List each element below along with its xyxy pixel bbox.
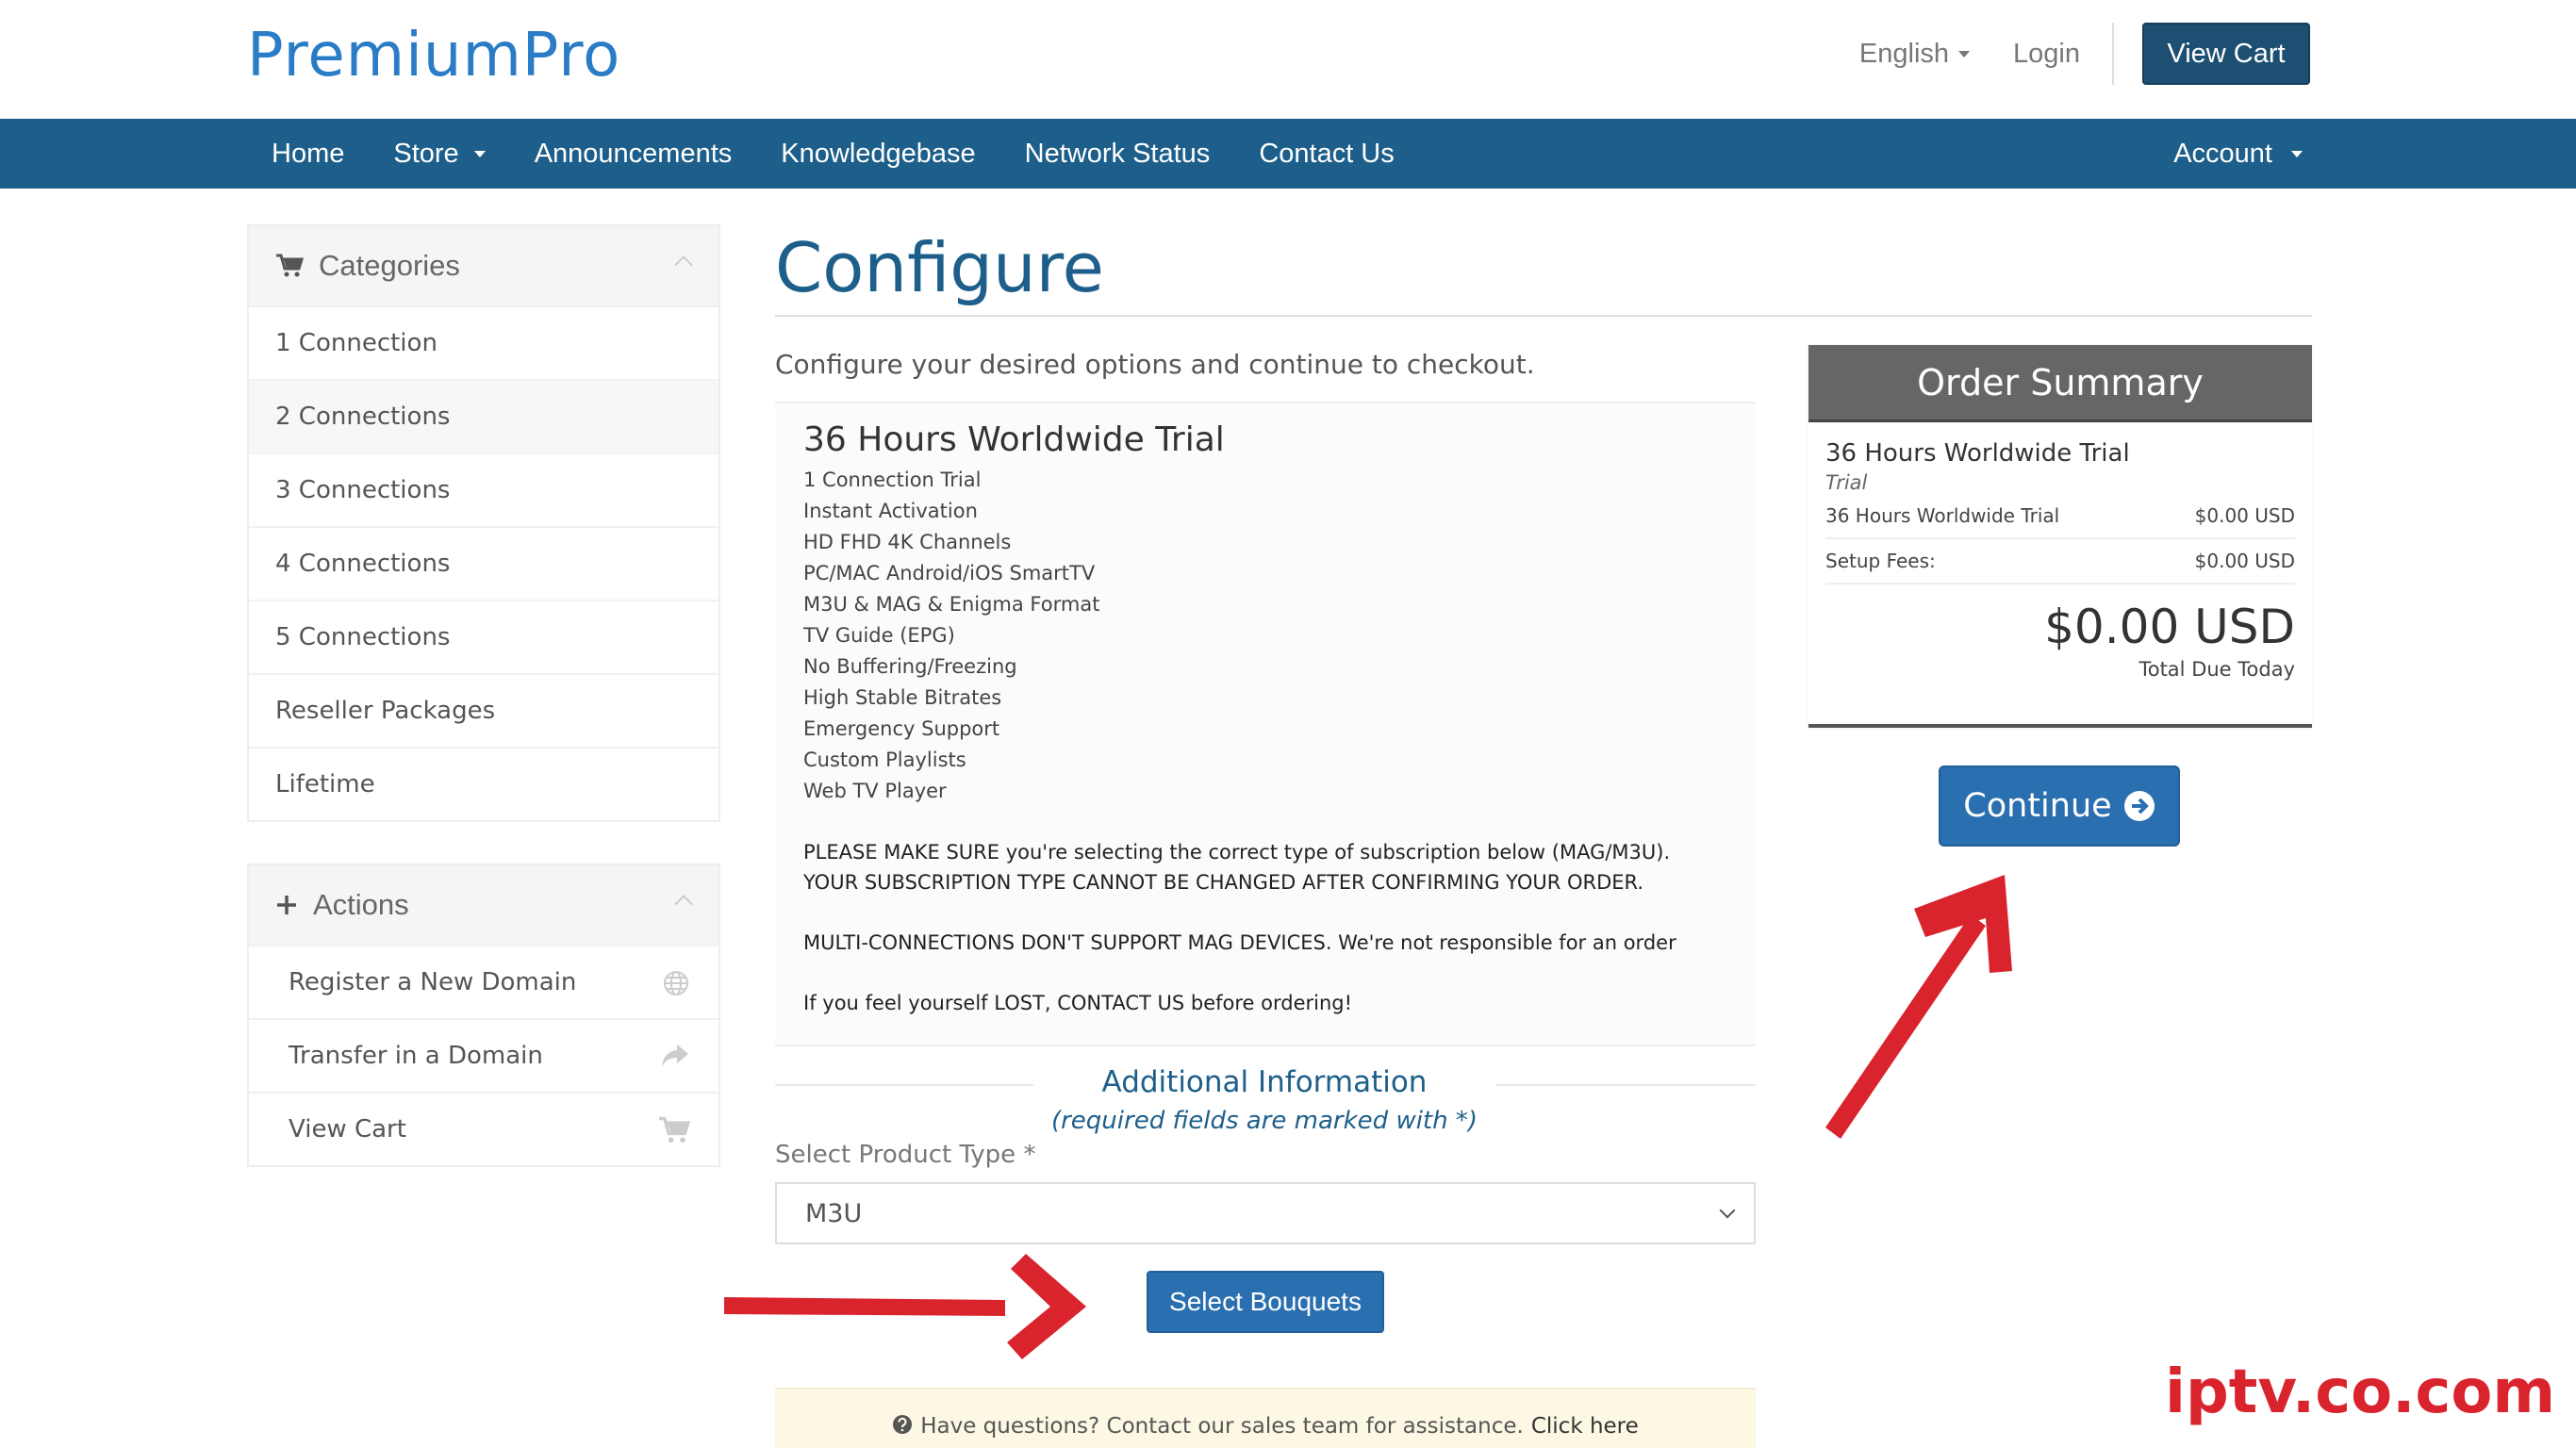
summary-total-label: Total Due Today xyxy=(2138,658,2295,681)
help-link[interactable]: Click here xyxy=(1531,1414,1639,1439)
category-reseller-packages[interactable]: Reseller Packages xyxy=(249,673,718,747)
category-lifetime[interactable]: Lifetime xyxy=(249,747,718,820)
plus-icon xyxy=(275,894,298,916)
help-text: Have questions? Contact our sales team f… xyxy=(920,1414,1524,1439)
page-title: Configure xyxy=(775,228,1104,307)
nav-network-status[interactable]: Network Status xyxy=(1000,119,1235,189)
feature-item: Emergency Support xyxy=(803,717,1000,740)
main-nav: Home Store Announcements Knowledgebase N… xyxy=(0,119,2576,189)
summary-setup-label: Setup Fees: xyxy=(1825,550,1936,572)
globe-icon xyxy=(662,969,690,1004)
action-register-domain[interactable]: Register a New Domain xyxy=(249,945,718,1018)
feature-item: High Stable Bitrates xyxy=(803,686,1002,709)
share-arrow-icon xyxy=(660,1043,690,1076)
actions-title: Actions xyxy=(313,888,409,921)
select-bouquets-button[interactable]: Select Bouquets xyxy=(1147,1271,1384,1333)
category-3-connections[interactable]: 3 Connections xyxy=(249,452,718,526)
question-circle-icon xyxy=(892,1414,913,1435)
help-bar: Have questions? Contact our sales team f… xyxy=(775,1388,1756,1448)
action-view-cart[interactable]: View Cart xyxy=(249,1092,718,1165)
product-type-label: Select Product Type * xyxy=(775,1141,1036,1169)
product-name: 36 Hours Worldwide Trial xyxy=(803,420,1225,459)
nav-home[interactable]: Home xyxy=(247,119,369,189)
summary-line-value: $0.00 USD xyxy=(2194,504,2295,527)
chevron-up-icon[interactable] xyxy=(674,895,693,913)
summary-line-item: 36 Hours Worldwide Trial $0.00 USD xyxy=(1825,494,2295,539)
continue-button[interactable]: Continue xyxy=(1939,765,2180,847)
divider xyxy=(775,1084,1033,1086)
summary-product-name: 36 Hours Worldwide Trial xyxy=(1825,439,2130,468)
product-type-select[interactable]: M3U xyxy=(775,1182,1756,1244)
feature-item: Custom Playlists xyxy=(803,749,966,771)
summary-setup-value: $0.00 USD xyxy=(2194,550,2295,572)
action-transfer-domain[interactable]: Transfer in a Domain xyxy=(249,1018,718,1092)
nav-contact-us[interactable]: Contact Us xyxy=(1234,119,1418,189)
arrow-circle-right-icon xyxy=(2123,790,2155,822)
caret-down-icon xyxy=(1958,50,1971,58)
feature-item: 1 Connection Trial xyxy=(803,469,982,491)
continue-label: Continue xyxy=(1963,787,2112,825)
summary-product-group: Trial xyxy=(1825,471,1868,494)
feature-item: TV Guide (EPG) xyxy=(803,624,955,647)
feature-item: Instant Activation xyxy=(803,500,978,522)
header-actions: English Login View Cart xyxy=(1859,23,2310,85)
categories-header[interactable]: Categories xyxy=(249,226,718,305)
order-summary: Order Summary 36 Hours Worldwide Trial T… xyxy=(1808,345,2312,728)
action-register-domain-label: Register a New Domain xyxy=(289,968,577,996)
categories-panel: Categories 1 Connection 2 Connections 3 … xyxy=(247,224,720,822)
chevron-up-icon[interactable] xyxy=(674,255,693,274)
title-divider xyxy=(775,315,2312,317)
actions-header[interactable]: Actions xyxy=(249,865,718,945)
notice-text: If you feel yourself LOST, CONTACT US be… xyxy=(803,992,1353,1014)
feature-item: PC/MAC Android/iOS SmartTV xyxy=(803,562,1096,584)
summary-line-label: 36 Hours Worldwide Trial xyxy=(1825,504,2060,527)
notice-text: YOUR SUBSCRIPTION TYPE CANNOT BE CHANGED… xyxy=(803,871,1644,894)
view-cart-button[interactable]: View Cart xyxy=(2142,23,2310,85)
category-2-connections[interactable]: 2 Connections xyxy=(249,379,718,452)
caret-down-icon xyxy=(473,150,486,157)
site-header: PremiumPro English Login View Cart xyxy=(0,0,2576,119)
divider xyxy=(1495,1084,1756,1086)
category-1-connection[interactable]: 1 Connection xyxy=(249,305,718,379)
caret-down-icon xyxy=(2291,150,2303,157)
category-5-connections[interactable]: 5 Connections xyxy=(249,600,718,673)
shopping-cart-icon xyxy=(658,1116,691,1151)
feature-item: No Buffering/Freezing xyxy=(803,655,1017,678)
categories-title: Categories xyxy=(319,249,460,282)
summary-setup-fees: Setup Fees: $0.00 USD xyxy=(1825,539,2295,584)
watermark: iptv.co.com xyxy=(2165,1358,2555,1427)
feature-item: M3U & MAG & Enigma Format xyxy=(803,593,1100,616)
shopping-cart-icon xyxy=(275,254,304,278)
actions-panel: Actions Register a New Domain Transfer i… xyxy=(247,864,720,1167)
notice-text: PLEASE MAKE SURE you're selecting the co… xyxy=(803,841,1671,864)
nav-knowledgebase[interactable]: Knowledgebase xyxy=(756,119,999,189)
annotation-arrow-right-icon xyxy=(724,1254,1086,1359)
product-description: 36 Hours Worldwide Trial 1 Connection Tr… xyxy=(775,402,1756,1046)
language-selector[interactable]: English xyxy=(1858,38,1971,70)
action-transfer-domain-label: Transfer in a Domain xyxy=(289,1042,543,1070)
product-type-value: M3U xyxy=(805,1198,863,1228)
nav-account-label: Account xyxy=(2173,138,2272,169)
order-summary-title: Order Summary xyxy=(1808,345,2312,422)
additional-info-title: Additional Information xyxy=(1101,1065,1428,1099)
summary-total: $0.00 USD xyxy=(2044,600,2295,654)
annotation-arrow-up-icon xyxy=(1825,875,2012,1139)
feature-item: Web TV Player xyxy=(803,780,947,802)
chevron-down-icon xyxy=(1719,1202,1736,1219)
intro-text: Configure your desired options and conti… xyxy=(775,349,1535,380)
nav-store-label: Store xyxy=(393,138,459,169)
login-link[interactable]: Login xyxy=(2013,23,2114,85)
site-logo[interactable]: PremiumPro xyxy=(247,21,620,90)
nav-account[interactable]: Account xyxy=(2173,119,2303,189)
category-4-connections[interactable]: 4 Connections xyxy=(249,526,718,600)
required-fields-note: (required fields are marked with *) xyxy=(1050,1107,1478,1135)
notice-text: MULTI-CONNECTIONS DON'T SUPPORT MAG DEVI… xyxy=(803,931,1676,954)
action-view-cart-label: View Cart xyxy=(289,1115,406,1144)
feature-item: HD FHD 4K Channels xyxy=(803,531,1012,553)
nav-store[interactable]: Store xyxy=(369,119,509,189)
nav-announcements[interactable]: Announcements xyxy=(510,119,757,189)
language-label: English xyxy=(1858,38,1950,69)
